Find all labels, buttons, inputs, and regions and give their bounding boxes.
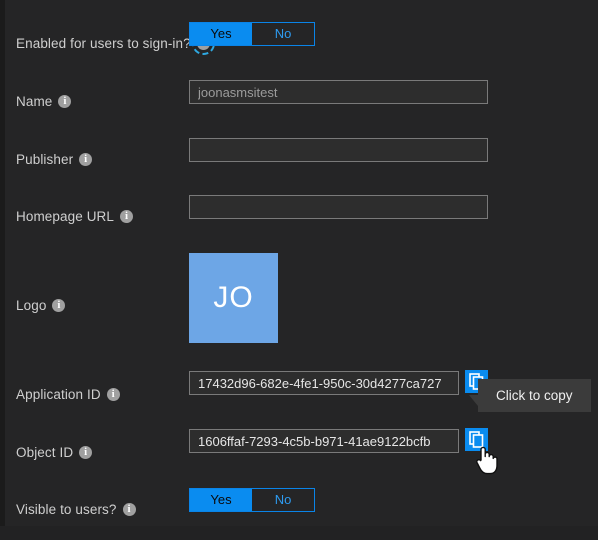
label-homepage-url-text: Homepage URL	[16, 209, 115, 224]
info-icon-publisher[interactable]	[79, 152, 93, 166]
label-object-id-text: Object ID	[16, 445, 74, 460]
left-edge-gutter	[0, 0, 5, 540]
toggle-visible-to-users-no[interactable]: No	[252, 489, 314, 511]
logo-image[interactable]: JO	[189, 253, 278, 343]
label-logo-text: Logo	[16, 298, 47, 313]
label-publisher-text: Publisher	[16, 152, 74, 167]
input-object-id[interactable]	[189, 429, 459, 453]
input-name[interactable]	[189, 80, 488, 104]
input-application-id[interactable]	[189, 371, 459, 395]
info-icon-homepage-url[interactable]	[120, 209, 134, 223]
label-object-id: Object ID	[16, 445, 93, 461]
label-homepage-url: Homepage URL	[16, 209, 134, 225]
copy-button-object-id[interactable]	[465, 428, 488, 451]
app-properties-panel: Enabled for users to sign-in? Yes No Nam…	[0, 0, 598, 540]
toggle-enabled-for-signin-yes[interactable]: Yes	[190, 23, 252, 45]
label-application-id-text: Application ID	[16, 387, 101, 402]
label-enabled-for-signin: Enabled for users to sign-in?	[16, 32, 215, 55]
label-enabled-for-signin-text: Enabled for users to sign-in?	[16, 36, 191, 51]
info-icon-visible-to-users[interactable]	[122, 502, 136, 516]
label-application-id: Application ID	[16, 387, 120, 403]
label-visible-to-users-text: Visible to users?	[16, 502, 117, 517]
toggle-enabled-for-signin-no[interactable]: No	[252, 23, 314, 45]
toggle-visible-to-users-yes[interactable]: Yes	[190, 489, 252, 511]
label-logo: Logo	[16, 298, 66, 314]
tooltip-click-to-copy: Click to copy	[469, 379, 591, 412]
info-icon-logo[interactable]	[52, 298, 66, 312]
label-visible-to-users: Visible to users?	[16, 502, 136, 518]
toggle-enabled-for-signin[interactable]: Yes No	[189, 22, 315, 46]
input-publisher[interactable]	[189, 138, 488, 162]
info-icon-object-id[interactable]	[79, 445, 93, 459]
input-homepage-url[interactable]	[189, 195, 488, 219]
copy-icon	[469, 431, 484, 448]
label-name: Name	[16, 94, 72, 110]
toggle-visible-to-users[interactable]: Yes No	[189, 488, 315, 512]
label-publisher: Publisher	[16, 152, 93, 168]
info-icon-name[interactable]	[58, 94, 72, 108]
bottom-edge-strip	[0, 526, 598, 540]
label-name-text: Name	[16, 94, 53, 109]
info-icon-application-id[interactable]	[106, 387, 120, 401]
